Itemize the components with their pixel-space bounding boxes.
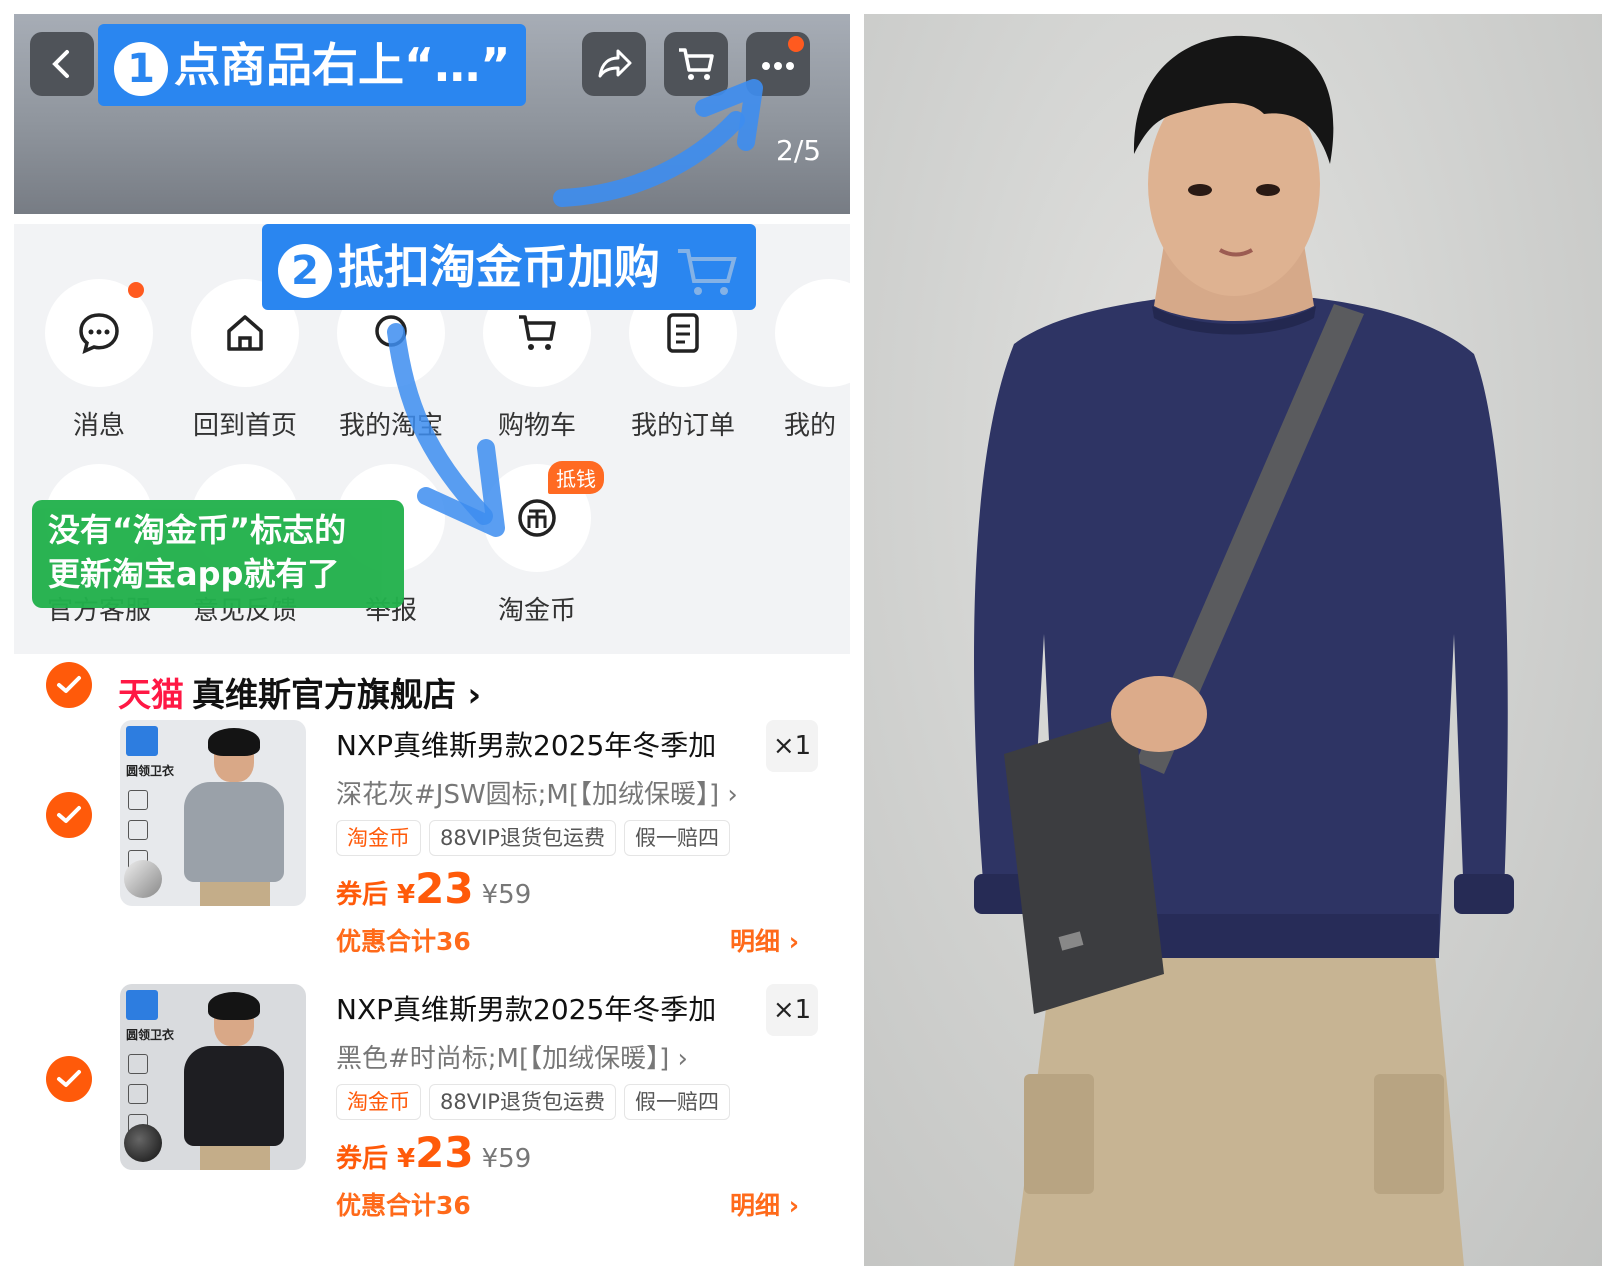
service-tags: 淘金币 88VIP退货包运费 假一赔四	[336, 1084, 738, 1120]
price-prefix: 券后 ¥	[336, 1144, 416, 1174]
callout-line-2: 更新淘宝app就有了	[48, 555, 340, 593]
thumbnail-title: 圆领卫衣	[126, 1028, 175, 1042]
fabric-swatch	[124, 1124, 162, 1162]
cart-item: 圆领卫衣 NXP真维斯男款2025年冬季加 ×1 深花灰#JSW圆标;M[【加绒…	[14, 720, 850, 982]
item-checkbox[interactable]	[46, 792, 92, 838]
update-app-callout: 没有“淘金币”标志的 更新淘宝app就有了	[32, 500, 404, 608]
item-checkbox[interactable]	[46, 1056, 92, 1102]
cart-item: 圆领卫衣 NXP真维斯男款2025年冬季加 ×1 黑色#时尚标;M[【加绒保暖】…	[14, 984, 850, 1246]
discount-total: 优惠合计36	[336, 1191, 471, 1220]
price-row: 券后 ¥23 ¥59	[336, 864, 531, 914]
fabric-swatch	[124, 860, 162, 898]
check-icon	[57, 1070, 81, 1087]
quantity[interactable]: ×1	[766, 720, 818, 772]
thumbnail-title: 圆领卫衣	[126, 764, 175, 778]
tmall-logo: 天猫	[118, 675, 184, 714]
check-icon	[57, 806, 81, 823]
model-illustration	[974, 35, 1514, 1266]
product-spec[interactable]: 深花灰#JSW圆标;M[【加绒保暖】] ›	[336, 774, 738, 811]
tag-genuine: 假一赔四	[623, 820, 730, 856]
sweatshirt-model	[184, 1046, 284, 1146]
quantity[interactable]: ×1	[766, 984, 818, 1036]
original-price: ¥59	[481, 880, 532, 910]
product-thumbnail[interactable]: 圆领卫衣	[120, 984, 306, 1170]
tag-88vip: 88VIP退货包运费	[429, 820, 616, 856]
store-name[interactable]: 真维斯官方旗舰店 ›	[192, 668, 481, 716]
app-screenshot-panel: 1 点商品右上“…” 2/5 消息 回到首页 我的淘宝 购物车 我的订单 我的 …	[14, 14, 850, 1266]
chevron-right-icon: ›	[467, 675, 482, 714]
product-title[interactable]: NXP真维斯男款2025年冬季加	[336, 724, 716, 764]
sweatshirt-model	[184, 782, 284, 882]
tag-genuine: 假一赔四	[623, 1084, 730, 1120]
tag-88vip: 88VIP退货包运费	[429, 1084, 616, 1120]
discount-total: 优惠合计36	[336, 927, 471, 956]
check-icon	[57, 676, 81, 693]
product-thumbnail[interactable]: 圆领卫衣	[120, 720, 306, 906]
price-row: 券后 ¥23 ¥59	[336, 1128, 531, 1178]
tag-taojinbi: 淘金币	[336, 820, 421, 856]
product-model-photo	[864, 14, 1602, 1266]
price-prefix: 券后 ¥	[336, 880, 416, 910]
product-title[interactable]: NXP真维斯男款2025年冬季加	[336, 988, 716, 1028]
brand-logo	[126, 990, 158, 1020]
callout-line-1: 没有“淘金币”标志的	[48, 511, 347, 549]
tag-taojinbi: 淘金币	[336, 1084, 421, 1120]
store-checkbox[interactable]	[46, 662, 92, 708]
product-spec[interactable]: 黑色#时尚标;M[【加绒保暖】] ›	[336, 1038, 688, 1075]
store-header[interactable]: 天猫 真维斯官方旗舰店 ›	[14, 654, 850, 714]
price: 23	[415, 864, 474, 913]
brand-logo	[126, 726, 158, 756]
price: 23	[415, 1128, 474, 1177]
detail-link[interactable]: 明细 ›	[730, 922, 799, 958]
service-tags: 淘金币 88VIP退货包运费 假一赔四	[336, 820, 738, 856]
detail-link[interactable]: 明细 ›	[730, 1186, 799, 1222]
original-price: ¥59	[481, 1144, 532, 1174]
